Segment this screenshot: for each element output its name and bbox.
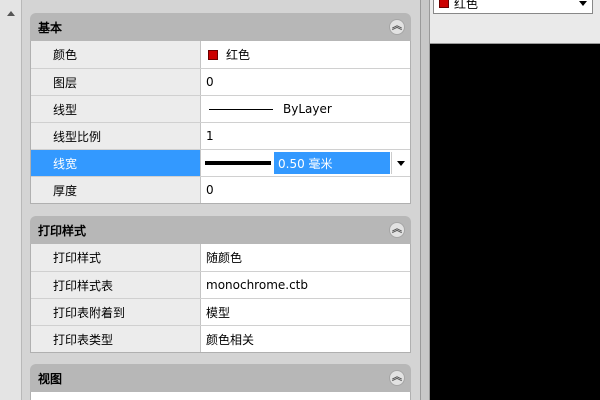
property-row-linetype-scale[interactable]: 线型比例 1	[31, 122, 410, 149]
section-plot-style: 打印样式 ︽ 打印样式 随颜色 打印样式表 monochrome.ctb 打印表…	[30, 216, 411, 353]
property-value[interactable]: 0	[201, 69, 410, 95]
property-label: 线型	[31, 96, 201, 122]
drawing-area[interactable]: 红色	[430, 0, 600, 400]
left-scroll-strip[interactable]	[0, 0, 22, 400]
property-value[interactable]: 颜色相关	[201, 326, 410, 352]
property-value[interactable]: monochrome.ctb	[201, 272, 410, 298]
collapse-chevron-icon[interactable]: ︽	[389, 370, 405, 386]
linetype-value-text: ByLayer	[283, 102, 332, 116]
section-general: 基本 ︽ 颜色 红色 图层 0 线型 ByLayer 线型比例 1 线宽 0.5…	[30, 13, 411, 204]
property-row-layer[interactable]: 图层 0	[31, 68, 410, 95]
property-rows: 打印样式 随颜色 打印样式表 monochrome.ctb 打印表附着到 模型 …	[30, 244, 411, 353]
section-title: 打印样式	[38, 223, 87, 238]
property-row-lineweight[interactable]: 线宽 0.50 毫米	[31, 149, 410, 176]
section-title: 基本	[38, 20, 63, 35]
property-row-linetype[interactable]: 线型 ByLayer	[31, 95, 410, 122]
palette-scrollbar[interactable]	[420, 0, 430, 400]
lineweight-preview-icon	[205, 161, 271, 165]
color-control-select[interactable]: 红色	[433, 0, 593, 14]
property-value[interactable]: 1	[201, 123, 410, 149]
dropdown-arrow-icon[interactable]	[576, 0, 590, 13]
scroll-up-arrow-icon[interactable]	[5, 8, 17, 20]
property-rows: 颜色 红色 图层 0 线型 ByLayer 线型比例 1 线宽 0.50 毫米 …	[30, 41, 411, 204]
linetype-preview-icon	[209, 108, 273, 110]
property-label: 厚度	[31, 177, 201, 203]
property-row-color[interactable]: 颜色 红色	[31, 41, 410, 68]
property-label: 图层	[31, 69, 201, 95]
property-label: 打印表附着到	[31, 299, 201, 325]
collapse-chevron-icon[interactable]: ︽	[389, 222, 405, 238]
property-row-thickness[interactable]: 厚度 0	[31, 176, 410, 203]
property-row-plot-style-table[interactable]: 打印样式表 monochrome.ctb	[31, 271, 410, 298]
section-header-plot-style[interactable]: 打印样式 ︽	[30, 216, 411, 244]
color-combo-text: 红色	[454, 0, 479, 11]
property-rows	[30, 392, 411, 400]
dropdown-arrow-icon[interactable]	[391, 152, 409, 174]
color-swatch-icon	[208, 49, 218, 60]
property-value[interactable]: ByLayer	[201, 96, 410, 122]
property-label: 颜色	[31, 41, 201, 68]
property-value[interactable]: 0	[201, 177, 410, 203]
lineweight-select[interactable]: 0.50 毫米	[201, 150, 410, 176]
property-label: 线型比例	[31, 123, 201, 149]
property-label: 打印表类型	[31, 326, 201, 352]
collapse-chevron-icon[interactable]: ︽	[389, 19, 405, 35]
properties-toolbar: 红色	[430, 0, 600, 44]
properties-palette: 基本 ︽ 颜色 红色 图层 0 线型 ByLayer 线型比例 1 线宽 0.5…	[22, 0, 420, 400]
property-label: 打印样式表	[31, 272, 201, 298]
property-row-plot-table-attached[interactable]: 打印表附着到 模型	[31, 298, 410, 325]
property-row-plot-style[interactable]: 打印样式 随颜色	[31, 244, 410, 271]
color-value-text: 红色	[226, 48, 251, 62]
property-label: 线宽	[31, 150, 201, 176]
property-row-plot-table-type[interactable]: 打印表类型 颜色相关	[31, 325, 410, 352]
color-swatch-icon	[439, 0, 449, 8]
lineweight-value-text[interactable]: 0.50 毫米	[274, 152, 390, 174]
property-value[interactable]: 红色	[201, 41, 410, 68]
property-value[interactable]: 模型	[201, 299, 410, 325]
section-header-general[interactable]: 基本 ︽	[30, 13, 411, 41]
section-title: 视图	[38, 371, 63, 386]
property-label: 打印样式	[31, 244, 201, 271]
section-header-view[interactable]: 视图 ︽	[30, 364, 411, 392]
section-view: 视图 ︽	[30, 364, 411, 400]
property-value[interactable]: 随颜色	[201, 244, 410, 271]
